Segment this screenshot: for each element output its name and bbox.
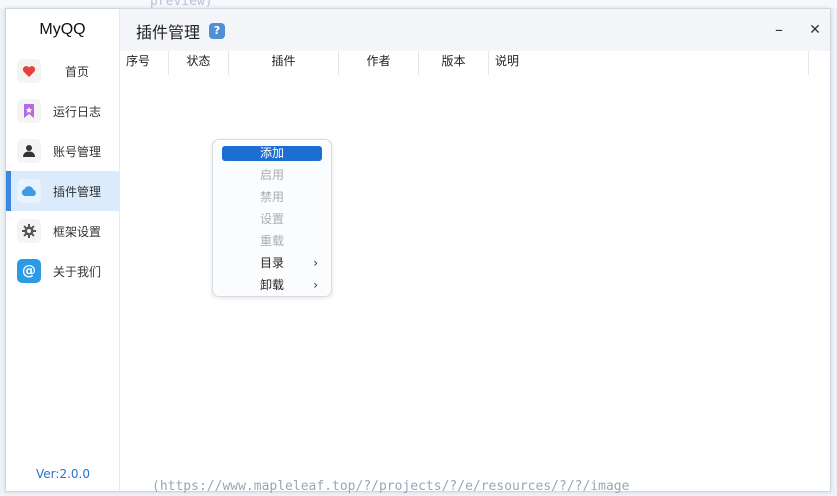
header: 插件管理 ? – ✕ <box>120 9 830 51</box>
heart-icon <box>17 59 41 83</box>
column-header-status[interactable]: 状态 <box>169 51 229 75</box>
help-icon[interactable]: ? <box>209 23 225 39</box>
menu-item-directory[interactable]: 目录 › <box>222 252 322 274</box>
minimize-button[interactable]: – <box>766 17 792 43</box>
user-icon <box>17 139 41 163</box>
column-header-plugin[interactable]: 插件 <box>229 51 339 75</box>
sidebar-item-label: 运行日志 <box>52 104 101 119</box>
menu-item-disable[interactable]: 禁用 <box>222 186 322 208</box>
cloud-icon <box>17 179 41 203</box>
sidebar-item-run-log[interactable]: 运行日志 <box>6 91 119 131</box>
menu-item-reload[interactable]: 重载 <box>222 230 322 252</box>
app-title: MyQQ <box>39 21 86 38</box>
sidebar-item-label: 关于我们 <box>52 264 101 279</box>
sidebar-item-home[interactable]: 首页 <box>6 51 119 91</box>
main-window: MyQQ 首页 运行日志 账号管理 插件管理 框架设置 @ 关于我们 Ver:2… <box>5 8 831 492</box>
column-header-description[interactable]: 说明 <box>489 51 809 75</box>
menu-item-label: 卸载 <box>259 278 284 292</box>
sidebar-item-label: 账号管理 <box>52 144 101 159</box>
menu-item-uninstall[interactable]: 卸载 › <box>222 274 322 296</box>
at-icon: @ <box>17 259 41 283</box>
plugin-table-header: 序号 状态 插件 作者 版本 说明 <box>120 51 830 75</box>
chevron-right-icon: › <box>313 278 318 292</box>
menu-item-add[interactable]: 添加 <box>222 146 322 161</box>
menu-item-settings[interactable]: 设置 <box>222 208 322 230</box>
menu-item-label: 目录 <box>259 256 284 270</box>
sidebar-item-plugins[interactable]: 插件管理 <box>6 171 119 211</box>
bookmark-icon <box>17 99 41 123</box>
sidebar: MyQQ 首页 运行日志 账号管理 插件管理 框架设置 @ 关于我们 Ver:2… <box>6 9 120 491</box>
sidebar-item-label: 框架设置 <box>52 224 101 239</box>
chevron-right-icon: › <box>313 256 318 270</box>
sidebar-item-label: 首页 <box>64 64 89 79</box>
column-header-author[interactable]: 作者 <box>339 51 419 75</box>
column-header-version[interactable]: 版本 <box>419 51 489 75</box>
background-text-bottom: (https://www.mapleleaf.top/?/projects/?/… <box>152 479 630 494</box>
background-strip <box>0 0 837 8</box>
version-label: Ver:2.0.0 <box>36 467 90 481</box>
sidebar-item-label: 插件管理 <box>52 184 101 199</box>
sidebar-item-settings[interactable]: 框架设置 <box>6 211 119 251</box>
sidebar-item-accounts[interactable]: 账号管理 <box>6 131 119 171</box>
gear-icon <box>17 219 41 243</box>
sidebar-item-about[interactable]: @ 关于我们 <box>6 251 119 291</box>
close-button[interactable]: ✕ <box>802 17 828 43</box>
context-menu: 添加 启用 禁用 设置 重载 目录 › 卸载 › <box>212 139 332 297</box>
menu-item-enable[interactable]: 启用 <box>222 164 322 186</box>
page-title: 插件管理 <box>136 23 201 42</box>
column-header-index[interactable]: 序号 <box>120 51 169 75</box>
